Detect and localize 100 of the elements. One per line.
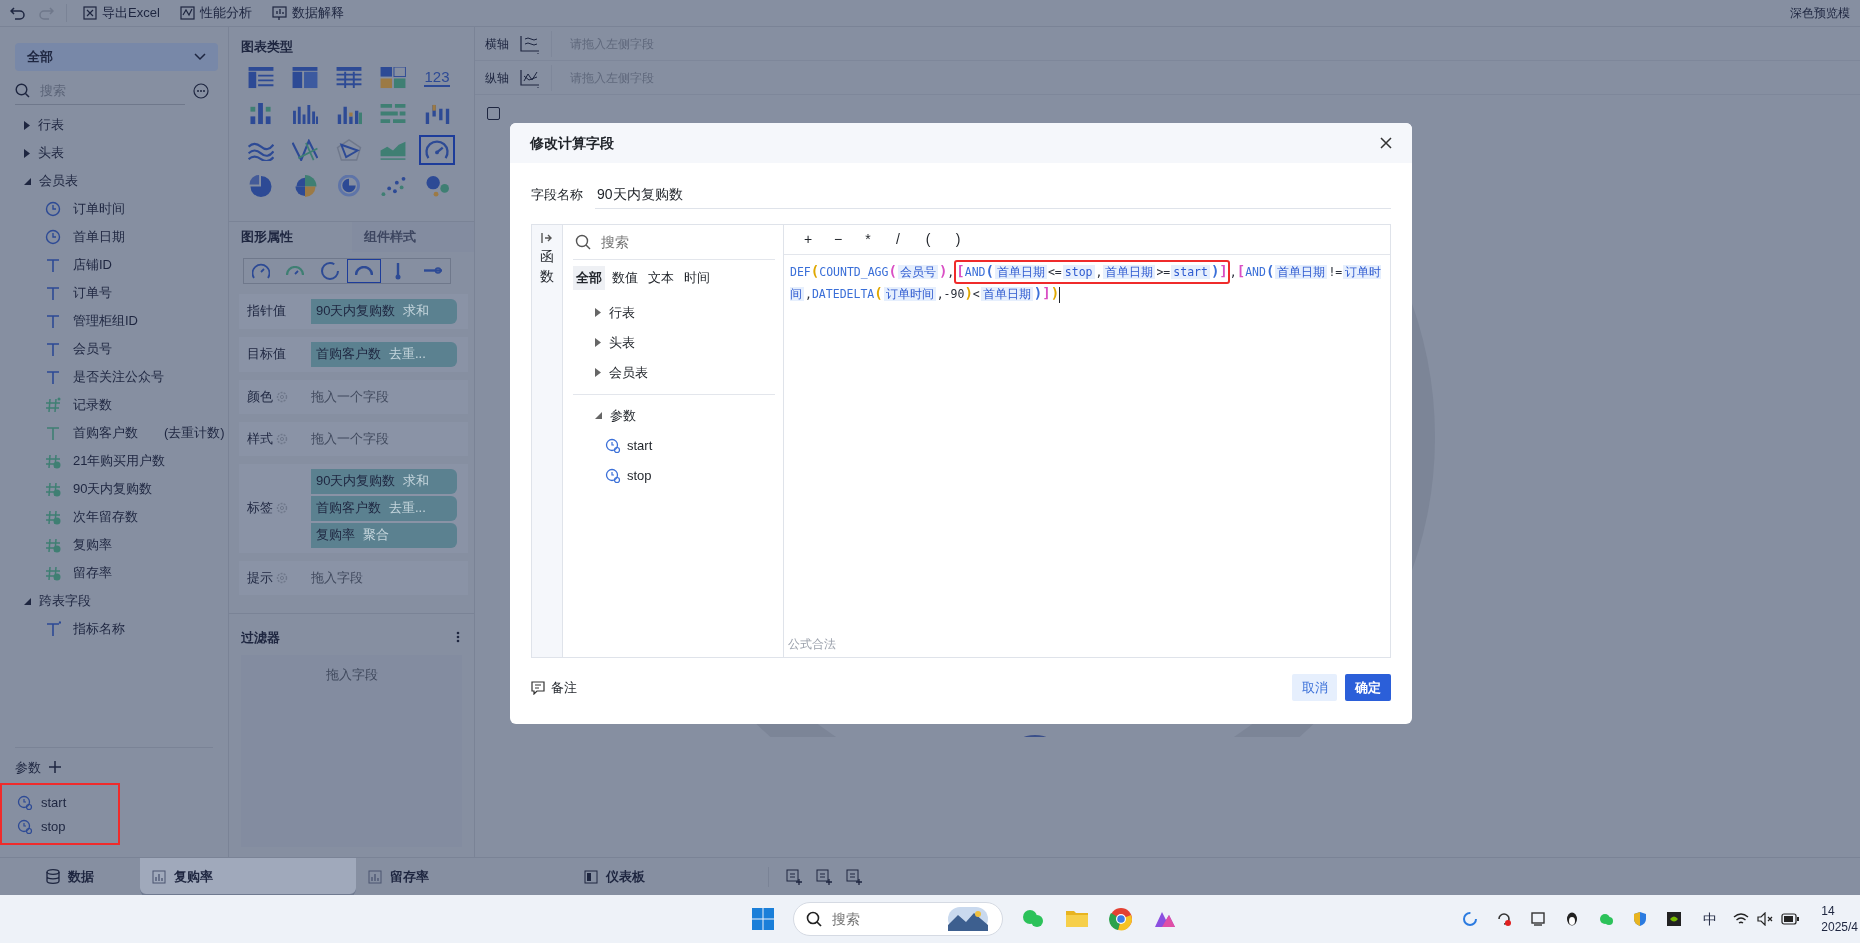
field-name[interactable]: 店铺ID <box>73 255 112 275</box>
sheet-tab[interactable]: 复购率 <box>140 857 356 896</box>
text-type-icon <box>45 369 61 385</box>
add-table-icon[interactable] <box>816 868 832 885</box>
x-axis-icon[interactable] <box>519 33 541 54</box>
caret-right-icon[interactable] <box>24 148 30 158</box>
table-name[interactable]: 行表 <box>609 302 635 323</box>
table-dropdown[interactable]: 全部 <box>15 43 218 71</box>
clock-icon <box>45 229 61 245</box>
clock-date: 2025/4 <box>1821 919 1858 935</box>
operator-button[interactable]: + <box>800 229 816 250</box>
field-chip[interactable]: 90天内复购数 求和 <box>311 298 457 324</box>
sync-icon[interactable] <box>1462 911 1479 927</box>
filter-tab[interactable]: 全部 <box>573 266 605 290</box>
drop-zone-hint: 拖入字段 <box>311 568 363 587</box>
input-method-indicator[interactable]: 中 <box>1703 908 1718 930</box>
close-icon <box>1380 137 1392 149</box>
kebab-menu-icon[interactable] <box>456 631 460 644</box>
mode-label: 深色预览模 <box>1790 5 1850 22</box>
cancel-button[interactable]: 取消 <box>1292 674 1337 701</box>
sheet-tab[interactable]: 仪表板 <box>572 857 788 896</box>
gpu-icon[interactable] <box>1666 911 1683 927</box>
field-chip[interactable]: 首购客户数 去重... <box>311 341 457 367</box>
caret-down-icon[interactable] <box>595 412 602 419</box>
filter-tab[interactable]: 时间 <box>681 266 713 290</box>
caret-right-icon[interactable] <box>595 308 601 317</box>
property-label: 目标值 <box>247 345 286 364</box>
sheet-tab[interactable]: 留存率 <box>356 857 572 896</box>
field-chip[interactable]: 90天内复购数 求和 <box>311 468 457 494</box>
field-chip[interactable]: 复购率 聚合 <box>311 522 457 548</box>
sheet-tab[interactable]: 数据 <box>0 857 140 896</box>
undo-icon[interactable] <box>10 5 26 21</box>
refresh-icon[interactable] <box>1496 911 1513 927</box>
add-list-icon[interactable] <box>846 868 862 885</box>
bar-chart-icon <box>248 102 274 125</box>
shield-icon[interactable] <box>1632 911 1649 927</box>
field-name[interactable]: 首单日期 <box>73 227 125 247</box>
table-name[interactable]: 参数 <box>610 405 636 426</box>
formula-editor[interactable]: DEF(COUNTD_AGG( 会员号 ),[AND( 首单日期 <= stop , 首单日期 >= start )],[AND( 首单日期 != 订单时间 ,DATEDELTA( 订单时间 ,-90)< 首单日期 )]) <box>784 255 1390 635</box>
taskbar-search-field[interactable]: 搜索 <box>793 902 1003 936</box>
field-name[interactable]: 90天内复购数 <box>73 479 153 499</box>
volume-icon[interactable] <box>1757 912 1774 926</box>
field-name[interactable]: 是否关注公众号 <box>73 367 164 387</box>
note-button[interactable]: 备注 <box>531 677 577 698</box>
field-name[interactable]: 会员号 <box>73 339 112 359</box>
operator-button[interactable]: / <box>890 229 906 250</box>
field-name[interactable]: 首购客户数 <box>73 423 138 443</box>
browser-icon[interactable] <box>1109 907 1133 931</box>
field-name[interactable]: 复购率 <box>73 535 112 555</box>
field-name[interactable]: 指标名称 <box>73 619 125 639</box>
close-button[interactable] <box>1380 137 1392 149</box>
side-tab[interactable]: 函数 <box>540 247 554 287</box>
caret-down-icon[interactable] <box>24 177 31 185</box>
semicircle-gauge-icon <box>355 265 374 276</box>
parameter-name[interactable]: start <box>627 435 653 456</box>
filter-tab[interactable]: 数值 <box>609 266 641 290</box>
field-name[interactable]: 订单时间 <box>73 199 125 219</box>
field-name[interactable]: 次年留存数 <box>73 507 138 527</box>
parameter-name[interactable]: start <box>41 793 67 813</box>
chart-type-button[interactable] <box>419 134 455 165</box>
caret-right-icon[interactable] <box>24 120 30 130</box>
collapse-icon[interactable] <box>541 233 553 243</box>
field-name[interactable]: 订单号 <box>73 283 112 303</box>
toolbar-button[interactable]: 导出Excel <box>79 3 164 23</box>
field-chip[interactable]: 首购客户数 去重... <box>311 495 457 521</box>
checkbox[interactable] <box>487 107 500 120</box>
line-chart-icon <box>179 6 195 20</box>
parameter-name[interactable]: stop <box>627 465 652 486</box>
field-name[interactable]: 管理柜组ID <box>73 311 138 331</box>
operator-button[interactable]: ( <box>920 229 936 250</box>
field-name[interactable]: 记录数 <box>73 395 112 415</box>
toolbar-button[interactable]: 性能分析 <box>175 3 256 23</box>
filter-tab[interactable]: 文本 <box>645 266 677 290</box>
field-name[interactable]: 留存率 <box>73 563 112 583</box>
add-icon[interactable] <box>49 761 61 774</box>
caret-right-icon[interactable] <box>595 368 601 377</box>
y-axis-icon[interactable] <box>519 67 541 88</box>
start-icon[interactable] <box>752 908 774 930</box>
table-name[interactable]: 会员表 <box>609 362 648 383</box>
add-chart-icon[interactable] <box>786 868 802 885</box>
gauge-style-button[interactable] <box>347 258 382 283</box>
toolbar-button[interactable]: 数据解释 <box>267 3 348 23</box>
operator-button[interactable]: − <box>830 229 846 250</box>
table-name[interactable]: 头表 <box>609 332 635 353</box>
wifi-icon[interactable] <box>1733 912 1750 926</box>
caret-right-icon[interactable] <box>595 338 601 347</box>
parameter-name[interactable]: stop <box>41 817 66 837</box>
battery-icon[interactable] <box>1781 913 1800 925</box>
search-field[interactable]: 搜索 <box>573 225 775 259</box>
monitor-icon[interactable] <box>1530 911 1547 927</box>
operator-button[interactable]: ) <box>950 229 966 250</box>
field-name[interactable]: 21年购买用户数 <box>73 451 166 471</box>
caret-down-icon[interactable] <box>24 597 31 605</box>
more-icon[interactable] <box>193 83 209 99</box>
operator-button[interactable]: * <box>860 229 876 250</box>
confirm-button[interactable]: 确定 <box>1345 674 1391 701</box>
chat-app-icon[interactable] <box>1598 911 1615 927</box>
table-icon <box>248 66 274 89</box>
chevron-down-icon <box>194 53 206 61</box>
chart-type-button[interactable]: 123 <box>419 62 455 93</box>
